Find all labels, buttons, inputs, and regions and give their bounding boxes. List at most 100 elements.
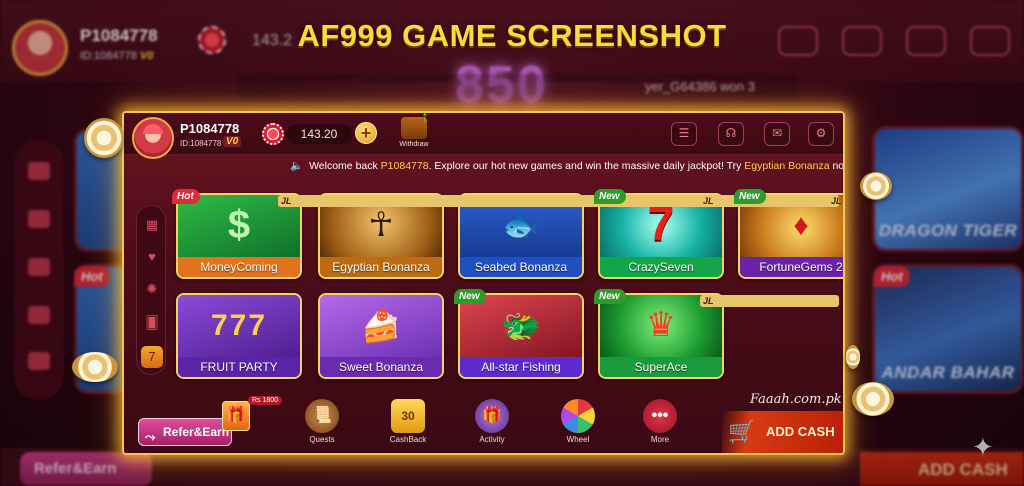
cake-icon: 🍰: [361, 308, 401, 344]
avatar[interactable]: [132, 117, 174, 159]
provider-badge: JL: [700, 195, 839, 207]
chip-decoration: [72, 352, 118, 382]
withdraw-button[interactable]: Withdraw: [396, 113, 432, 153]
monster-fish-icon: 🐲: [501, 308, 541, 344]
money-icon: $: [227, 203, 251, 247]
bg-dragon-tiger-label: DRAGON TIGER: [878, 221, 1018, 240]
nav-wheel[interactable]: Wheel: [552, 399, 604, 444]
watermark: Faaah.com.pk: [750, 392, 842, 407]
nav-cashback-label: CashBack: [389, 435, 427, 444]
new-badge: New: [454, 289, 486, 304]
jester-icon: ♛: [645, 306, 677, 344]
nav-quests[interactable]: 📜 Quests: [296, 399, 348, 444]
chip-decoration: [846, 345, 860, 369]
nav-more[interactable]: ••• More: [634, 399, 686, 444]
user-id: ID:1084778: [180, 139, 222, 148]
speaker-icon: 🔈: [290, 160, 304, 172]
nav-quests-label: Quests: [309, 435, 335, 444]
game-art: 🍰: [320, 295, 442, 361]
sparkle-icon: ✦: [972, 432, 994, 462]
wheel-icon: [561, 399, 595, 433]
provider-badge: JL: [700, 295, 839, 307]
gear-icon[interactable]: ⚙: [808, 122, 834, 146]
app-screenshot: P1084778 ID:1084778 V0 143.20 + Withdraw…: [122, 111, 845, 455]
banner-title: AF999 GAME SCREENSHOT: [297, 18, 727, 53]
game-tile-all-star-fishing[interactable]: 🐲 All-star Fishing: [458, 293, 584, 379]
announcement-marquee: 🔈 Welcome back P1084778. Explore our hot …: [290, 157, 845, 175]
reward-tag: Rs 1800: [248, 396, 283, 405]
bg-dragon-tiger-tile: DRAGON TIGER: [872, 126, 1024, 252]
refer-earn-button[interactable]: ⤳ Refer&Earn: [138, 418, 232, 446]
gift-icon: 🎁: [475, 399, 509, 433]
game-art: 777: [178, 295, 300, 361]
nav-more-label: More: [650, 435, 670, 444]
marquee-username: P1084778: [380, 160, 429, 172]
mail-icon[interactable]: ✉: [764, 122, 790, 146]
nav-wheel-label: Wheel: [566, 435, 590, 444]
game-tile-sweet-bonanza[interactable]: 🍰 Sweet Bonanza: [318, 293, 444, 379]
vip-badge: V0: [223, 136, 242, 147]
marquee-middle: . Explore our hot new games and win the …: [428, 160, 745, 172]
bg-heart-icon: [28, 210, 50, 228]
add-cash-label: ADD CASH: [766, 424, 835, 439]
list-icon[interactable]: ☰: [671, 122, 697, 146]
marquee-prefix: Welcome back: [309, 160, 381, 172]
game-art: 🐲: [460, 295, 582, 361]
marquee-game: Egyptian Bonanza: [744, 160, 830, 172]
fish-icon: 🐟: [502, 210, 540, 243]
game-label: Sweet Bonanza: [320, 357, 442, 377]
gift-box-icon: 🎁: [222, 401, 250, 431]
game-label: FortuneGems 2: [740, 257, 843, 277]
bg-cards-icon: [28, 306, 50, 324]
scroll-icon: 📜: [305, 399, 339, 433]
add-cash-button[interactable]: 🛒 ADD CASH: [722, 411, 843, 453]
game-label: MoneyComing: [178, 257, 300, 277]
new-badge: New: [734, 189, 766, 204]
bg-ticker-text: yer_G64386 won 3: [645, 79, 755, 94]
bg-addcash-button: ADD CASH: [860, 452, 1024, 486]
new-badge: New: [594, 289, 626, 304]
chip-decoration: [860, 172, 892, 200]
balance: 143.20: [286, 124, 352, 144]
heart-icon[interactable]: ♥: [141, 246, 163, 268]
top-bar: P1084778 ID:1084778 V0 143.20 + Withdraw…: [124, 113, 843, 159]
cards-icon[interactable]: 🂠: [141, 312, 163, 334]
game-label: All-star Fishing: [460, 357, 582, 377]
nav-cashback[interactable]: 30 CashBack: [382, 399, 434, 444]
bg-refer-button: Refer&Earn: [20, 452, 152, 486]
more-icon: •••: [643, 399, 677, 433]
provider-badge: JL: [828, 195, 842, 207]
gem-icon: ♦: [793, 209, 809, 242]
bg-slot-icon: [28, 352, 50, 370]
game-label: FRUIT PARTY: [178, 357, 300, 377]
pharaoh-icon: ☥: [368, 206, 394, 244]
game-label: SuperAce: [600, 357, 722, 377]
slot-machine-icon: 777: [210, 309, 268, 342]
hot-badge: Hot: [172, 189, 200, 204]
share-icon: ⤳: [145, 429, 156, 444]
nav-activity-label: Activity: [479, 435, 505, 444]
add-balance-button[interactable]: +: [355, 122, 377, 144]
bg-hot-badge: Hot: [74, 266, 110, 287]
bg-andar-bahar-label: ANDAR BAHAR: [881, 363, 1015, 382]
chip-icon[interactable]: ✺: [141, 278, 163, 300]
cashback-icon: 30: [391, 399, 425, 433]
refer-earn-label: Refer&Earn: [163, 425, 230, 439]
slot-icon[interactable]: 7: [141, 346, 163, 368]
cart-icon: 🛒: [728, 419, 756, 444]
withdraw-icon: [401, 113, 429, 139]
coin-icon: [262, 123, 284, 145]
game-label: Seabed Bonanza: [460, 257, 582, 277]
headset-icon[interactable]: ☊: [718, 122, 744, 146]
marquee-suffix: now!: [832, 160, 845, 172]
grid-icon[interactable]: ▦: [141, 214, 163, 236]
nav-activity[interactable]: 🎁 Activity: [466, 399, 518, 444]
bg-chip-icon: [28, 258, 50, 276]
bg-hot-badge: Hot: [874, 266, 910, 287]
game-label: Egyptian Bonanza: [320, 257, 442, 277]
chip-decoration: [852, 382, 894, 416]
game-tile-fruit-party[interactable]: 777 FRUIT PARTY: [176, 293, 302, 379]
game-label: CrazySeven: [600, 257, 722, 277]
withdraw-label: Withdraw: [399, 141, 429, 148]
username: P1084778: [180, 121, 240, 136]
